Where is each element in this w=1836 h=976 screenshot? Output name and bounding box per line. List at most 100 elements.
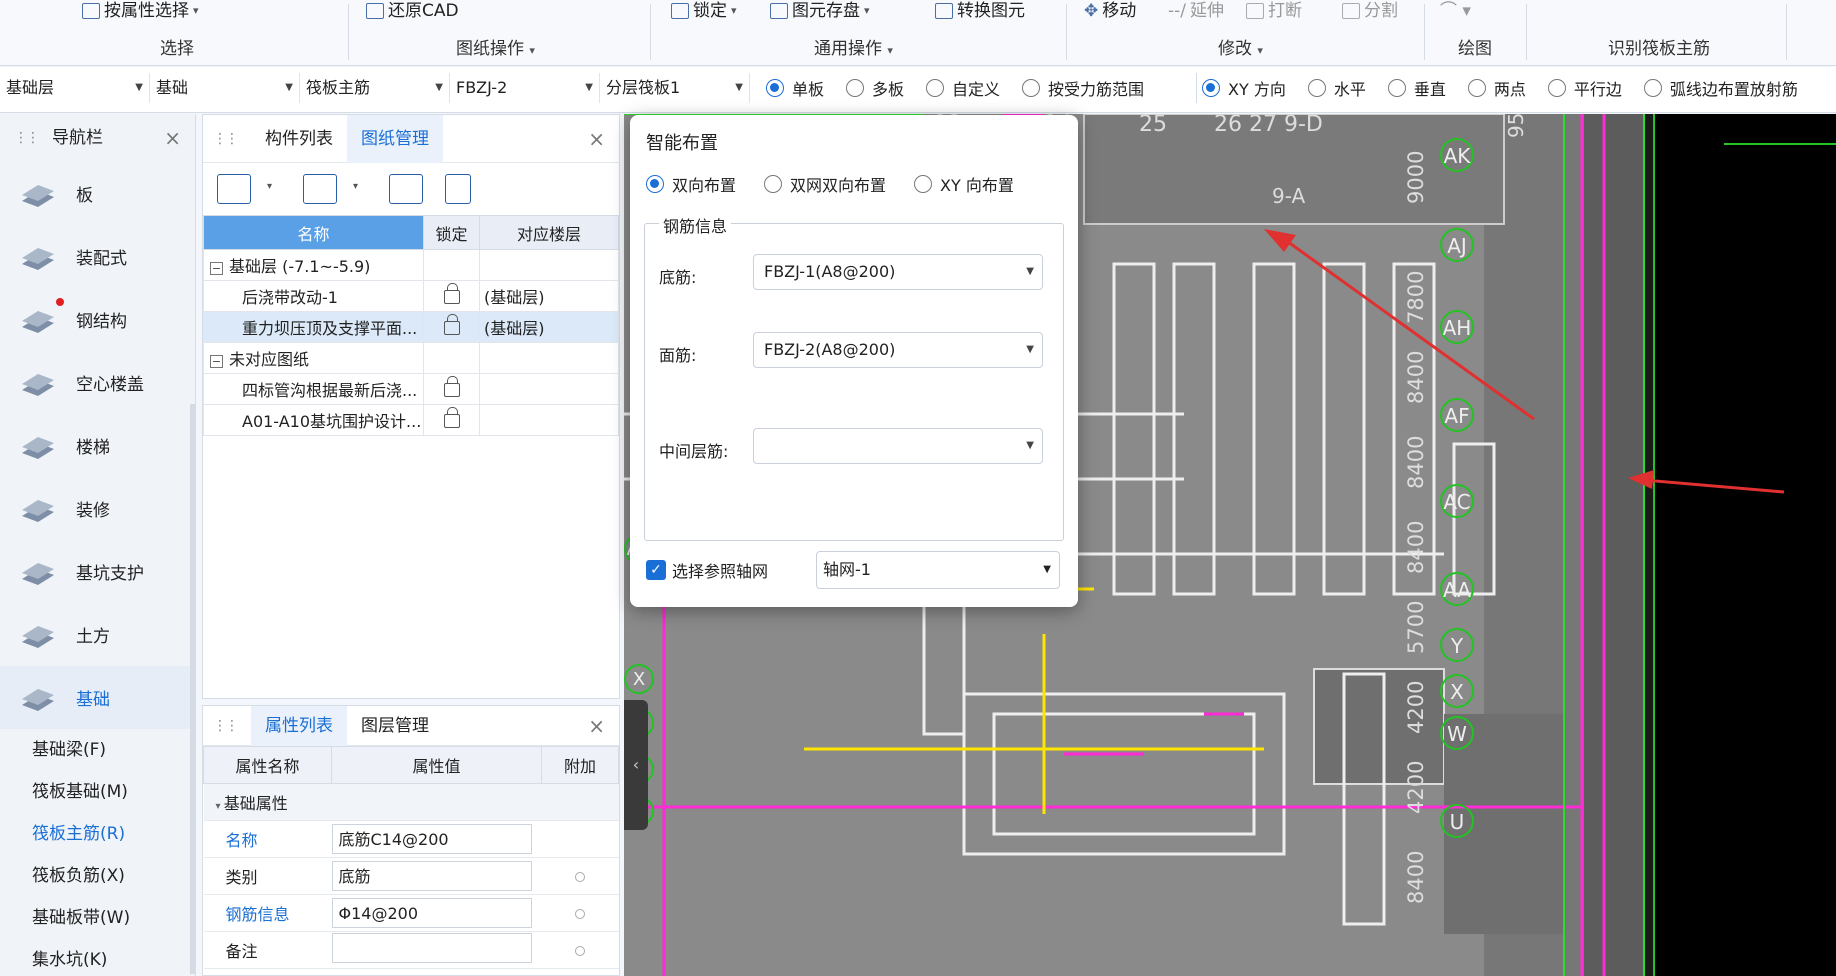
nav-item[interactable]: 装配式: [0, 225, 195, 288]
col-floor[interactable]: 对应楼层: [479, 215, 619, 250]
property-value-field[interactable]: [331, 933, 532, 963]
drag-handle-icon[interactable]: ⋮⋮: [14, 114, 40, 162]
add-drawing-button[interactable]: ▾: [217, 174, 272, 204]
nav-item[interactable]: 钢结构: [0, 288, 195, 351]
break-button[interactable]: 打断: [1246, 0, 1302, 22]
nav-subitem[interactable]: 筏板负筋(X): [0, 855, 195, 897]
component-type-select[interactable]: 筏板主筋 ▼: [300, 73, 450, 103]
tab-property-list[interactable]: 属性列表: [251, 705, 347, 746]
top-rebar-select[interactable]: FBZJ-2(A8@200) ▼: [753, 332, 1043, 368]
nav-subitem[interactable]: 筏板主筋(R): [0, 813, 195, 855]
radio-horizontal[interactable]: 水平: [1307, 76, 1366, 100]
slab-select[interactable]: 分层筏板1 ▼: [600, 73, 750, 103]
nav-item[interactable]: 土方: [0, 603, 195, 666]
radio-multi[interactable]: 多板: [846, 76, 904, 100]
nav-subitem[interactable]: 筏板基础(M): [0, 771, 195, 813]
convert-element-button[interactable]: 转换图元: [935, 0, 1025, 22]
drag-handle-icon[interactable]: ⋮⋮: [213, 131, 239, 147]
lock-icon[interactable]: [443, 376, 460, 397]
split-button[interactable]: 分割: [1342, 0, 1398, 22]
nav-scrollbar[interactable]: [190, 404, 195, 974]
select-by-attr-button[interactable]: 按属性选择 ▾: [82, 0, 199, 22]
delete-icon[interactable]: [445, 174, 471, 204]
export-drawing-button[interactable]: [389, 174, 423, 204]
group-identify: 识别筏板主筋: [1608, 39, 1710, 59]
radio-bidirectional[interactable]: 双向布置: [646, 172, 736, 196]
nav-item[interactable]: 空心楼盖: [0, 351, 195, 414]
mid-rebar-select[interactable]: ▼: [753, 428, 1043, 464]
axis-label: 26: [1214, 114, 1242, 137]
edit-drawing-button[interactable]: ▾: [303, 174, 358, 204]
property-value-field[interactable]: 底筋C14@200: [331, 824, 532, 854]
table-row[interactable]: 重力坝压顶及支撑平面... (基础层): [203, 311, 619, 343]
radio-parallel-edge[interactable]: 平行边: [1547, 76, 1622, 100]
tab-drawing-management[interactable]: 图纸管理: [347, 114, 443, 163]
element-save-button[interactable]: 图元存盘 ▾: [770, 0, 870, 22]
collapse-panel-button[interactable]: ‹: [624, 700, 648, 830]
nav-item-label: 基坑支护: [76, 564, 144, 584]
nav-item[interactable]: 楼梯: [0, 414, 195, 477]
radio-single[interactable]: 单板: [766, 76, 824, 100]
group-label: 钢筋信息: [659, 213, 732, 237]
col-prop-extra: 附加: [541, 746, 619, 784]
radio-xy-layout[interactable]: XY 向布置: [914, 172, 1014, 196]
drawing-name: 四标管沟根据最新后浇...: [242, 381, 418, 400]
lock-icon[interactable]: [443, 314, 460, 335]
property-value-field[interactable]: Φ14@200: [331, 898, 532, 928]
nav-item[interactable]: 板: [0, 162, 195, 225]
drawing-manager-panel: ⋮⋮ 构件列表 图纸管理 × ▾ ▾ 名称 锁定 对应楼层 − 基础层 (-7.1…: [202, 114, 620, 699]
radio-custom[interactable]: 自定义: [926, 76, 1000, 100]
close-icon[interactable]: ×: [588, 706, 605, 746]
radio-double-net[interactable]: 双网双向布置: [764, 172, 886, 196]
radio-xy[interactable]: XY 方向: [1202, 76, 1286, 100]
tab-component-list[interactable]: 构件列表: [251, 115, 347, 163]
section-header[interactable]: ▾ 基础属性: [203, 783, 619, 821]
table-row[interactable]: 后浇带改动-1 (基础层): [203, 280, 619, 312]
table-row[interactable]: A01-A10基坑围护设计...: [203, 404, 619, 436]
axis-bubble: X: [624, 664, 654, 694]
group-general-ops[interactable]: 通用操作 ▾: [814, 38, 893, 60]
col-name[interactable]: 名称: [203, 215, 424, 250]
chevron-down-icon: ▼: [1043, 564, 1051, 575]
radio-arc-radial[interactable]: 弧线边布置放射筋: [1643, 76, 1798, 100]
radio-two-points[interactable]: 两点: [1467, 76, 1526, 100]
group-drawing-ops[interactable]: 图纸操作 ▾: [456, 38, 535, 60]
restore-cad-button[interactable]: 还原CAD: [366, 0, 459, 22]
table-row[interactable]: − 基础层 (-7.1~-5.9): [203, 249, 619, 281]
extra-checkbox[interactable]: [575, 871, 585, 882]
property-value-field[interactable]: 底筋: [331, 861, 532, 891]
nav-item[interactable]: 装修: [0, 477, 195, 540]
extra-checkbox[interactable]: [575, 908, 585, 919]
nav-subitem[interactable]: 集水坑(K): [0, 939, 195, 976]
close-icon[interactable]: ×: [164, 114, 181, 162]
component-select[interactable]: FBZJ-2 ▼: [450, 73, 600, 103]
draw-arc-button[interactable]: ⌒ ▾: [1440, 0, 1471, 22]
group-modify[interactable]: 修改 ▾: [1218, 38, 1263, 60]
collapse-toggle-icon[interactable]: −: [210, 262, 223, 275]
extra-checkbox[interactable]: [575, 945, 585, 956]
ref-axis-checkbox[interactable]: ✓ 选择参照轴网: [646, 558, 768, 582]
axis-grid-select[interactable]: 轴网-1 ▼: [816, 551, 1060, 589]
collapse-toggle-icon[interactable]: −: [210, 355, 223, 368]
extend-button[interactable]: --/延伸: [1168, 0, 1224, 22]
drag-handle-icon[interactable]: ⋮⋮: [213, 718, 239, 734]
tab-layer-management[interactable]: 图层管理: [347, 706, 443, 746]
nav-item[interactable]: 基坑支护: [0, 540, 195, 603]
category-select[interactable]: 基础 ▼: [150, 73, 300, 103]
bottom-rebar-select[interactable]: FBZJ-1(A8@200) ▼: [753, 254, 1043, 290]
radio-vertical[interactable]: 垂直: [1387, 76, 1446, 100]
lock-icon[interactable]: [443, 407, 460, 428]
col-lock[interactable]: 锁定: [423, 215, 480, 250]
lock-icon[interactable]: [443, 283, 460, 304]
nav-subitem[interactable]: 基础梁(F): [0, 729, 195, 771]
nav-subitem[interactable]: 基础板带(W): [0, 897, 195, 939]
table-row[interactable]: − 未对应图纸: [203, 342, 619, 374]
table-row[interactable]: 四标管沟根据最新后浇...: [203, 373, 619, 405]
floor-select[interactable]: 基础层 ▼: [0, 73, 150, 103]
close-icon[interactable]: ×: [588, 115, 605, 163]
radio-stress-range[interactable]: 按受力筋范围: [1022, 76, 1144, 100]
split-icon: [1342, 3, 1360, 19]
move-button[interactable]: ✥ 移动: [1084, 0, 1136, 22]
lock-button[interactable]: 锁定 ▾: [671, 0, 737, 22]
nav-item[interactable]: 基础: [0, 666, 195, 729]
